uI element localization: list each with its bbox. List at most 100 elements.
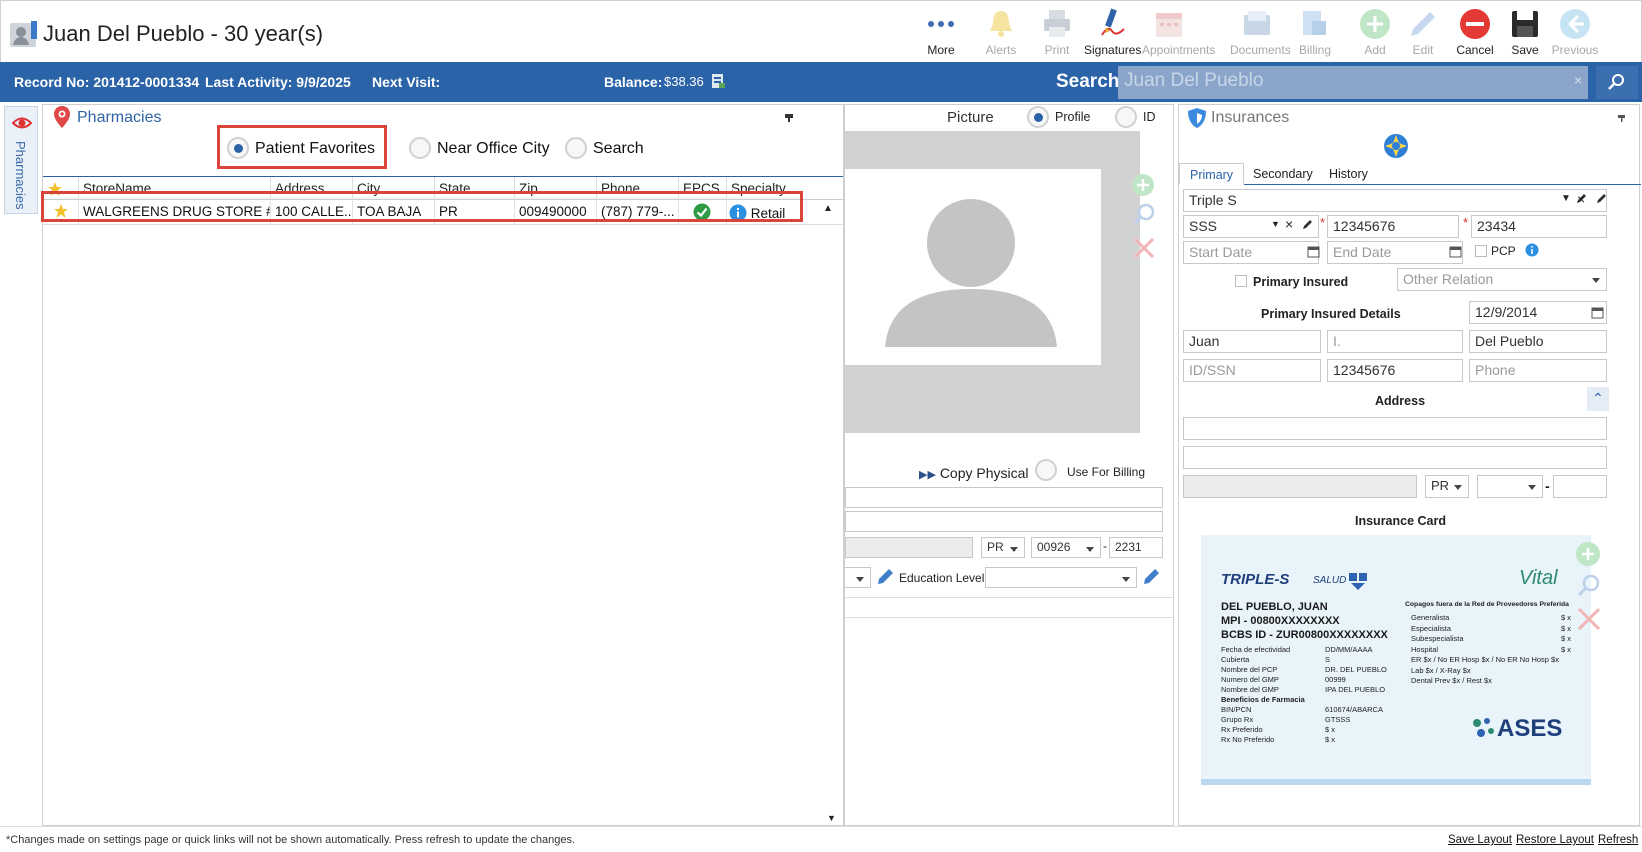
side-tab-label: Pharmacies: [13, 141, 28, 210]
title-bar: Juan Del Pueblo - 30 year(s) More Alerts P…: [0, 0, 1642, 62]
insured-id-ssn-input[interactable]: ID/SSN: [1183, 359, 1321, 382]
info-icon[interactable]: [1525, 243, 1539, 257]
insured-zip-ext-input[interactable]: [1553, 475, 1607, 498]
tab-secondary[interactable]: Secondary: [1243, 163, 1323, 185]
delete-card-icon[interactable]: [1577, 607, 1601, 631]
previous-button[interactable]: Previous: [1548, 5, 1602, 61]
address-line1-input[interactable]: [845, 487, 1163, 508]
documents-button[interactable]: Documents: [1230, 5, 1291, 61]
save-button[interactable]: Save: [1498, 5, 1552, 61]
filter-near-office-radio[interactable]: [409, 137, 431, 159]
scroll-down-icon[interactable]: ▼: [827, 813, 836, 823]
picture-profile-radio[interactable]: [1027, 106, 1049, 128]
insured-first-name-input[interactable]: Juan: [1183, 330, 1321, 353]
signatures-button[interactable]: Signatures: [1084, 5, 1141, 61]
insured-address-line1-input[interactable]: [1183, 417, 1607, 440]
pcp-checkbox[interactable]: [1475, 245, 1487, 257]
calendar-icon[interactable]: [1449, 245, 1462, 258]
edit-button[interactable]: Edit: [1396, 5, 1450, 61]
pin-icon[interactable]: [783, 111, 795, 123]
zip-ext-input[interactable]: 2231: [1109, 537, 1163, 558]
more-button[interactable]: More: [914, 5, 968, 61]
zip-select[interactable]: 00926: [1031, 537, 1101, 558]
clear-plan-icon[interactable]: ×: [1577, 191, 1585, 207]
plan-dropdown-icon[interactable]: ▼: [1561, 193, 1571, 204]
insured-dob-input[interactable]: 12/9/2014: [1469, 301, 1607, 324]
edit-icon[interactable]: [1595, 193, 1607, 205]
end-date-input[interactable]: End Date: [1327, 241, 1463, 264]
use-for-billing-label[interactable]: Use For Billing: [1067, 465, 1145, 479]
insurance-plan-select[interactable]: Triple S: [1183, 189, 1607, 212]
state-select[interactable]: PR: [981, 537, 1025, 558]
save-layout-link[interactable]: Save Layout: [1448, 834, 1512, 846]
marital-select[interactable]: [845, 567, 871, 588]
picture-profile-label[interactable]: Profile: [1055, 110, 1090, 124]
insured-zip-select[interactable]: [1477, 475, 1543, 498]
search-clear-icon[interactable]: ×: [1574, 72, 1582, 88]
add-card-icon[interactable]: [1575, 541, 1601, 567]
search-icon: [1608, 74, 1624, 90]
balance-details-icon[interactable]: [710, 73, 726, 89]
policy-number-input[interactable]: 12345676: [1327, 215, 1459, 238]
patient-search-input[interactable]: Juan Del Pueblo: [1118, 66, 1588, 99]
insured-state-select[interactable]: PR: [1425, 475, 1469, 498]
printer-icon: [1044, 10, 1070, 37]
copy-physical-link[interactable]: ▶▶ Copy Physical: [919, 465, 1029, 481]
alerts-button[interactable]: Alerts: [974, 5, 1028, 61]
insured-city-input[interactable]: [1183, 475, 1417, 498]
insurances-panel: Insurances Primary Secondary History Tri…: [1178, 104, 1641, 826]
filter-patient-favorites-radio[interactable]: [227, 137, 249, 159]
education-level-select[interactable]: [985, 567, 1137, 588]
insured-last-name-input[interactable]: Del Pueblo: [1469, 330, 1607, 353]
cancel-button[interactable]: Cancel: [1448, 5, 1502, 61]
pharmacies-side-tab[interactable]: Pharmacies: [4, 106, 38, 214]
pin-icon[interactable]: [1617, 113, 1627, 123]
required-marker: *: [1320, 215, 1326, 230]
search-button[interactable]: [1596, 66, 1638, 99]
picture-id-radio[interactable]: [1115, 106, 1137, 128]
zoom-photo-icon[interactable]: [1133, 203, 1155, 225]
pencil-icon[interactable]: [1141, 567, 1161, 587]
use-for-billing-radio[interactable]: [1035, 459, 1057, 481]
scroll-up-icon[interactable]: ▲: [823, 203, 833, 214]
add-photo-icon[interactable]: [1131, 173, 1155, 197]
billing-button[interactable]: Billing: [1288, 5, 1342, 61]
zoom-card-icon[interactable]: [1577, 573, 1601, 597]
insured-address-line2-input[interactable]: [1183, 446, 1607, 469]
filter-search-radio[interactable]: [565, 137, 587, 159]
toolbar-label: Previous: [1551, 43, 1599, 57]
city-input[interactable]: [845, 537, 973, 558]
picture-id-label[interactable]: ID: [1143, 110, 1156, 124]
card-copay-row: Dental Prev $x / Rest $x: [1411, 676, 1492, 685]
start-date-input[interactable]: Start Date: [1183, 241, 1319, 264]
insurance-type-select[interactable]: SSS: [1183, 215, 1319, 238]
calendar-icon: [1156, 13, 1182, 37]
collapse-address-icon[interactable]: ⌃: [1587, 387, 1609, 411]
filter-patient-favorites-label[interactable]: Patient Favorites: [255, 140, 375, 158]
add-button[interactable]: Add: [1348, 5, 1402, 61]
type-dropdown-icon[interactable]: ▼: [1271, 219, 1280, 229]
clear-type-icon[interactable]: ×: [1285, 216, 1293, 232]
group-number-input[interactable]: 23434: [1471, 215, 1607, 238]
address-line2-input[interactable]: [845, 511, 1163, 532]
primary-insured-checkbox[interactable]: [1235, 275, 1247, 287]
edit-type-icon[interactable]: [1301, 219, 1313, 231]
delete-photo-icon[interactable]: [1133, 237, 1155, 259]
tab-history[interactable]: History: [1319, 163, 1378, 185]
tab-primary[interactable]: Primary: [1179, 163, 1245, 185]
calendar-icon[interactable]: [1307, 245, 1320, 258]
appointments-button[interactable]: Appointments: [1142, 5, 1215, 61]
filter-search-label[interactable]: Search: [593, 140, 644, 158]
insured-phone-input[interactable]: Phone: [1469, 359, 1607, 382]
refresh-link[interactable]: Refresh: [1598, 834, 1638, 846]
zip-dash: -: [1103, 539, 1107, 553]
calendar-icon[interactable]: [1591, 306, 1604, 319]
card-mpi: MPI - 00800XXXXXXXX: [1221, 615, 1340, 627]
print-button[interactable]: Print: [1030, 5, 1084, 61]
insured-middle-initial-input[interactable]: I.: [1327, 330, 1463, 353]
pencil-icon[interactable]: [875, 567, 895, 587]
other-relation-select[interactable]: Other Relation: [1397, 268, 1607, 291]
insured-member-id-input[interactable]: 12345676: [1327, 359, 1463, 382]
restore-layout-link[interactable]: Restore Layout: [1516, 834, 1594, 846]
filter-near-office-label[interactable]: Near Office City: [437, 140, 550, 158]
